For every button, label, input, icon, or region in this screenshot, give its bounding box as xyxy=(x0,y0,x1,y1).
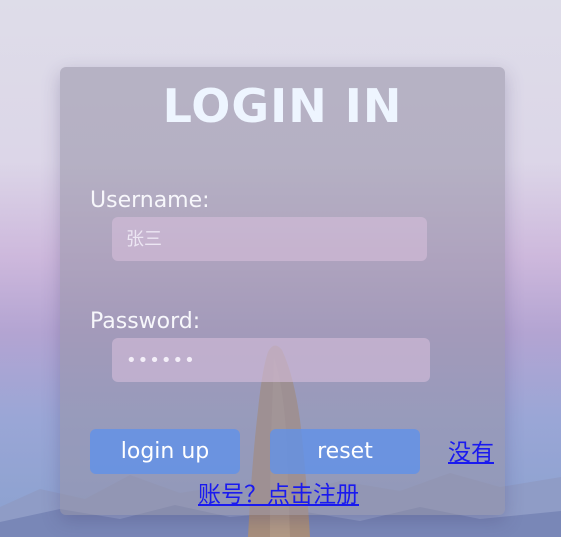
username-label: Username: xyxy=(90,188,210,213)
login-button[interactable]: login up xyxy=(90,429,240,474)
register-link-part2[interactable]: 账号？点击注册 xyxy=(198,475,359,509)
page-title: LOGIN IN xyxy=(162,79,403,133)
reset-button[interactable]: reset xyxy=(270,429,420,474)
register-link-part1[interactable]: 没有 xyxy=(448,433,494,467)
password-input[interactable] xyxy=(112,338,430,382)
login-panel: LOGIN IN Username: Password: login up re… xyxy=(60,67,505,515)
password-label: Password: xyxy=(90,309,201,334)
username-input[interactable] xyxy=(112,217,427,261)
